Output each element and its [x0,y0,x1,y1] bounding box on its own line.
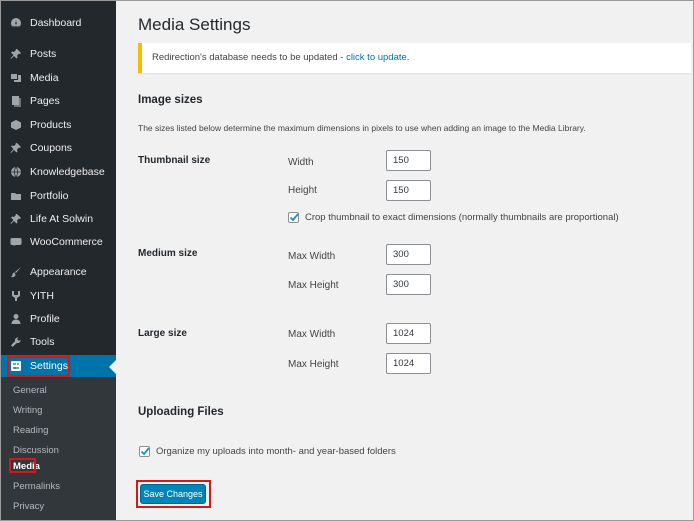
sidebar-item-label: Tools [30,336,55,348]
dashboard-icon [10,17,22,29]
sidebar-item-products[interactable]: Products [1,114,116,136]
sidebar-item-label: WooCommerce [30,236,103,248]
large-max-height-label: Max Height [288,359,339,370]
thumbnail-width-label: Width [288,157,314,168]
medium-max-height-label: Max Height [288,280,339,291]
sidebar-item-label: Appearance [30,266,87,278]
pin-icon [10,213,22,225]
folder-icon [10,190,22,202]
page-title: Media Settings [138,15,251,34]
wrench-icon [10,336,22,348]
medium-max-width-input[interactable] [386,244,431,265]
medium-max-width-label: Max Width [288,251,336,262]
yith-icon [10,290,22,302]
submenu-item-permalinks[interactable]: Permalinks [13,481,60,492]
products-icon [10,119,22,131]
submenu-item-reading[interactable]: Reading [13,425,48,436]
crop-thumbnail-checkbox[interactable] [288,212,299,223]
thumbnail-width-input[interactable] [386,150,431,171]
large-max-height-input[interactable] [386,353,431,374]
submenu-item-discussion[interactable]: Discussion [13,445,59,456]
large-max-width-label: Max Width [288,329,336,340]
sidebar-item-coupons[interactable]: Coupons [1,137,116,159]
user-icon [10,313,22,325]
sidebar-item-label: Pages [30,95,60,107]
brush-icon [10,266,22,278]
notice-text: Redirection's database needs to be updat… [152,52,347,63]
submenu-item-writing[interactable]: Writing [13,405,42,416]
sidebar-item-life-at-solwin[interactable]: Life At Solwin [1,208,116,230]
organize-uploads-checkbox[interactable] [139,446,150,457]
sidebar-item-label: Knowledgebase [30,166,105,178]
pin-icon [10,142,22,154]
notice-suffix: . [406,52,410,63]
update-notice: Redirection's database needs to be updat… [138,43,691,73]
medium-max-height-input[interactable] [386,274,431,295]
submenu-item-privacy[interactable]: Privacy [13,501,44,512]
crop-thumbnail-label: Crop thumbnail to exact dimensions (norm… [305,212,619,223]
submenu-item-general[interactable]: General [13,385,47,396]
media-highlight-box [9,458,36,473]
thumbnail-height-label: Height [288,185,317,196]
globe-icon [10,166,22,178]
sidebar-item-label: Products [30,119,72,131]
pin-icon [10,48,22,60]
uploading-files-heading: Uploading Files [138,406,224,418]
medium-size-label: Medium size [138,248,198,259]
sidebar-item-portfolio[interactable]: Portfolio [1,185,116,207]
sidebar-item-label: Media [30,72,59,84]
browser-frame: Dashboard Posts Media Pages Products Cou… [0,0,694,521]
main-content: Media Settings Redirection's database ne… [116,1,693,520]
sidebar-item-label: Profile [30,313,60,325]
settings-highlight-box [7,356,70,377]
checkmark-icon [289,213,299,222]
image-sizes-heading: Image sizes [138,94,203,106]
sidebar-item-tools[interactable]: Tools [1,331,116,353]
notice-link[interactable]: click to update [346,52,407,63]
sidebar-item-label: Coupons [30,142,73,154]
sidebar-item-label: Portfolio [30,190,69,202]
sidebar-item-woocommerce[interactable]: WooCommerce [1,231,116,253]
sidebar-item-yith[interactable]: YITH [1,285,116,307]
large-max-width-input[interactable] [386,323,431,344]
checkmark-icon [140,447,150,456]
sidebar-item-label: Life At Solwin [30,213,94,225]
sidebar-item-pages[interactable]: Pages [1,90,116,112]
sidebar-item-knowledgebase[interactable]: Knowledgebase [1,161,116,183]
media-icon [10,72,22,84]
sidebar-item-posts[interactable]: Posts [1,43,116,65]
sidebar-item-label: Posts [30,48,57,60]
current-menu-arrow [109,360,116,374]
sidebar-item-profile[interactable]: Profile [1,308,116,330]
organize-uploads-label: Organize my uploads into month- and year… [156,446,396,457]
thumbnail-height-input[interactable] [386,180,431,201]
image-sizes-description: The sizes listed below determine the max… [138,123,586,133]
sidebar-item-dashboard[interactable]: Dashboard [1,12,116,34]
sidebar-item-media[interactable]: Media [1,67,116,89]
thumbnail-size-label: Thumbnail size [138,155,211,166]
pages-icon [10,95,22,107]
woocommerce-icon [10,236,22,248]
admin-sidebar: Dashboard Posts Media Pages Products Cou… [1,1,116,520]
sidebar-item-label: Dashboard [30,17,82,29]
sidebar-item-appearance[interactable]: Appearance [1,261,116,283]
large-size-label: Large size [138,328,187,339]
sidebar-item-label: YITH [30,290,54,302]
save-changes-button[interactable]: Save Changes [140,484,206,504]
